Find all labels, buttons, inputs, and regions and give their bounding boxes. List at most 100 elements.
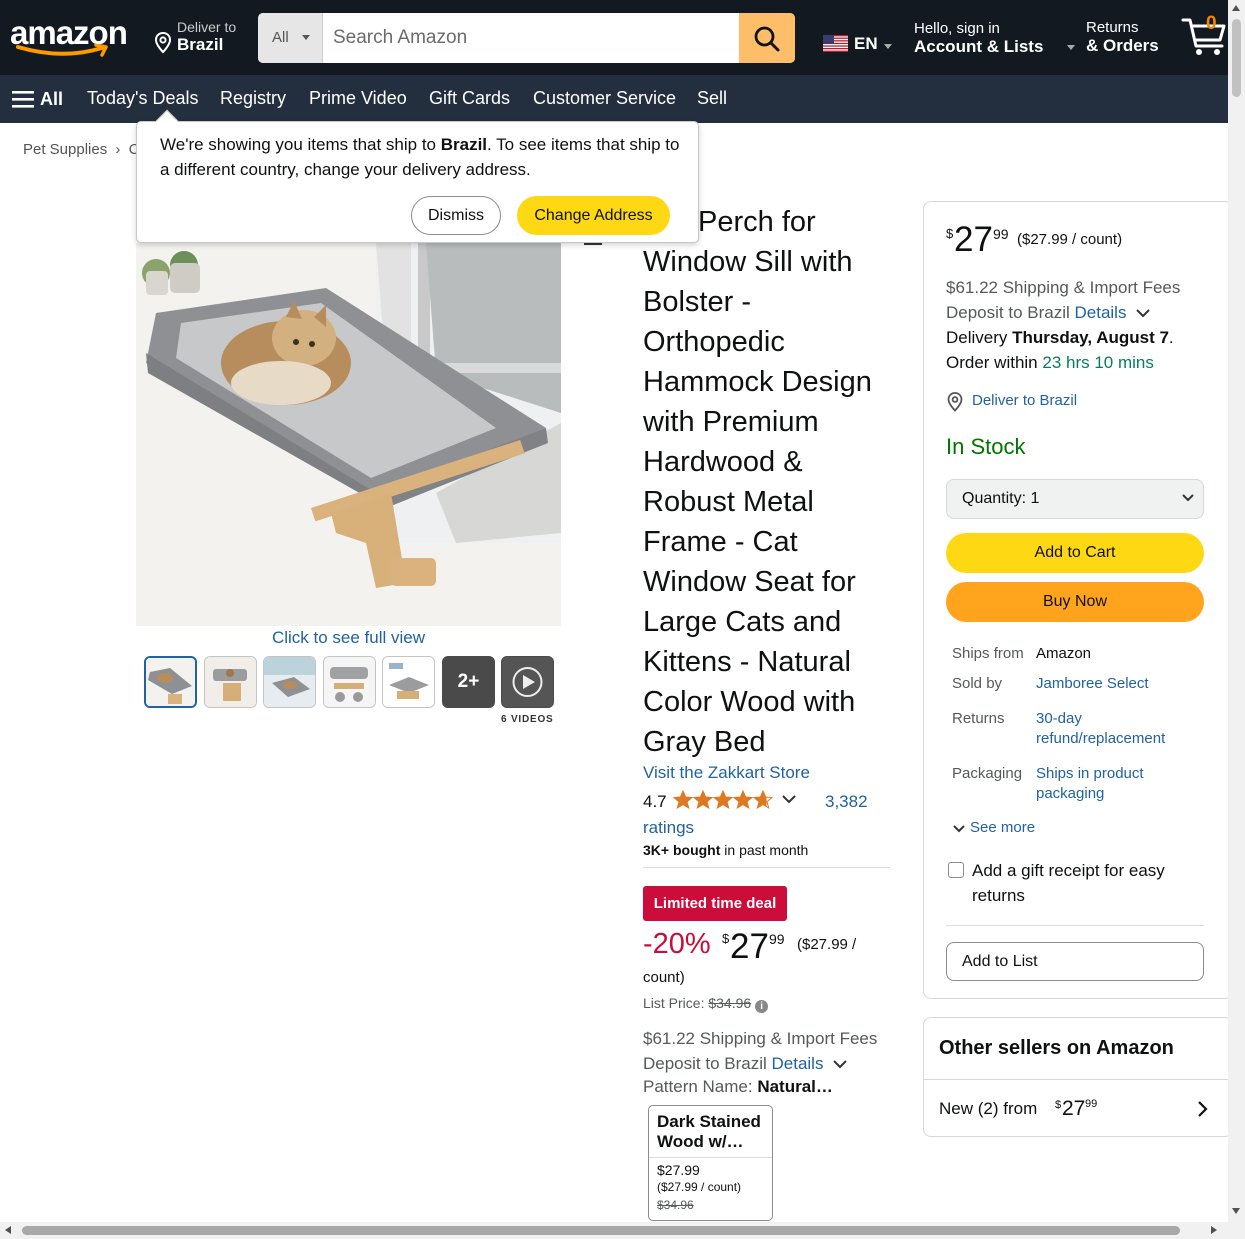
chevron-down-icon[interactable] (832, 1059, 848, 1069)
shipping-details-link[interactable]: Details (772, 1054, 824, 1073)
swatch-divider (649, 1157, 772, 1158)
gift-receipt-label[interactable]: Add a gift receipt for easy returns (972, 858, 1202, 908)
search-category-label: All (272, 29, 289, 46)
unit-price: ($27.99 / (797, 936, 857, 953)
vertical-scroll-thumb[interactable] (1232, 19, 1241, 97)
nav-registry[interactable]: Registry (220, 88, 286, 109)
breadcrumb-pet-supplies[interactable]: Pet Supplies (23, 141, 107, 158)
search-category-dropdown[interactable]: All (258, 13, 323, 63)
shipping-deposit-line: Deposit to Brazil (946, 303, 1075, 322)
scroll-up-arrow-icon[interactable] (1232, 5, 1240, 11)
popover-text-before: We're showing you items that ship to (160, 135, 441, 154)
swatch-name: Dark Stained Wood w/… (657, 1112, 761, 1151)
add-to-list-button[interactable]: Add to List (946, 942, 1204, 981)
shipping-details-link[interactable]: Details (1075, 303, 1127, 322)
thumbnail-3[interactable] (263, 656, 316, 708)
nav-todays-deals[interactable]: Today's Deals (87, 88, 199, 109)
chevron-down-icon (953, 825, 965, 833)
buy-now-button[interactable]: Buy Now (946, 582, 1204, 622)
buybox-shipping-fees: $61.22 Shipping & Import Fees Deposit to… (946, 275, 1206, 325)
cart-button[interactable]: 0 (1180, 12, 1228, 62)
amazon-logo[interactable]: amazon (10, 14, 134, 64)
returns-label: Returns (952, 710, 1005, 727)
unit-price: ($27.99 / count) (1017, 231, 1123, 248)
product-main-image[interactable] (136, 243, 561, 626)
caret-down-icon (884, 44, 892, 49)
swatch-list-price: $34.96 (657, 1198, 694, 1212)
thumbnail-2[interactable] (204, 656, 257, 708)
info-icon[interactable]: i (755, 1000, 769, 1013)
product-title: Perch for Window Sill with Bolster - Ort… (643, 202, 893, 762)
pattern-name: Pattern Name: Natural… (643, 1077, 833, 1097)
ships-from-value: Amazon (1036, 645, 1092, 662)
packaging-link[interactable]: Ships in product packaging (1036, 764, 1196, 804)
price-symbol: $ (946, 226, 954, 241)
location-pin-icon (154, 32, 172, 54)
video-thumbnail[interactable] (501, 656, 554, 708)
scroll-down-arrow-icon[interactable] (1232, 1208, 1240, 1214)
nav-customer-service[interactable]: Customer Service (533, 88, 676, 109)
delivery-estimate: Delivery Thursday, August 7. Order withi… (946, 325, 1206, 375)
chevron-down-icon[interactable] (781, 794, 797, 804)
click-full-view-link[interactable]: Click to see full view (136, 628, 561, 648)
quantity-label: Quantity: 1 (962, 490, 1040, 507)
search-button[interactable] (739, 13, 795, 63)
search-icon (754, 26, 780, 52)
horizontal-scroll-thumb[interactable] (22, 1226, 1180, 1235)
divider (946, 925, 1204, 926)
see-more-label: See more (970, 819, 1036, 836)
nav-gift-cards[interactable]: Gift Cards (429, 88, 510, 109)
account-lists-label: Account & Lists (914, 37, 1044, 56)
returns-policy-link[interactable]: 30-day refund/replacement (1036, 709, 1196, 749)
thumbnail-image (383, 657, 434, 707)
rating-count[interactable]: 3,382 (825, 788, 868, 815)
price-fraction: 99 (993, 226, 1009, 242)
other-sellers-box: Other sellers on Amazon New (2) from $ 2… (923, 1017, 1233, 1137)
pattern-value: Natural… (757, 1077, 833, 1096)
horizontal-scrollbar[interactable] (0, 1222, 1245, 1239)
store-link[interactable]: Visit the Zakkart Store (643, 763, 810, 783)
more-images-thumbnail[interactable]: 2+ (442, 656, 495, 708)
price-whole: 27 (1062, 1097, 1086, 1120)
cart-icon (1181, 18, 1226, 55)
shipping-fees-line: $61.22 Shipping & Import Fees (946, 278, 1181, 297)
thumbnail-5[interactable] (382, 656, 435, 708)
pattern-label: Pattern Name: (643, 1077, 758, 1096)
change-address-button[interactable]: Change Address (517, 196, 670, 235)
thumbnail-4[interactable] (323, 656, 376, 708)
gift-receipt-checkbox[interactable] (948, 862, 964, 878)
other-sellers-offer[interactable]: New (2) from $ 27 99 (939, 1096, 1229, 1126)
sold-by-label: Sold by (952, 675, 1003, 692)
add-to-cart-button[interactable]: Add to Cart (946, 533, 1204, 573)
thumbnail-1[interactable] (144, 656, 197, 708)
vertical-scrollbar[interactable] (1228, 0, 1245, 1222)
divider (643, 867, 890, 868)
star-rating-icon[interactable] (673, 790, 775, 810)
nav-prime-video[interactable]: Prime Video (309, 88, 407, 109)
search-input[interactable] (323, 13, 739, 63)
shipping-deposit-line: Deposit to Brazil (643, 1054, 772, 1073)
chevron-down-icon[interactable] (1135, 308, 1151, 318)
account-greeting: Hello, sign in (914, 20, 1000, 37)
swatch-price: $27.99 (657, 1162, 700, 1178)
unit-price-cont: count) (643, 969, 685, 986)
packaging-label: Packaging (952, 765, 1023, 782)
price-whole: 27 (730, 927, 769, 966)
scroll-right-arrow-icon[interactable] (1211, 1226, 1217, 1234)
search-bar: All (258, 13, 795, 63)
deliver-to-country: Brazil (177, 35, 224, 54)
pattern-swatch-option[interactable]: Dark Stained Wood w/… $27.99 ($27.99 / c… (648, 1105, 773, 1221)
delivery-suffix: . (1168, 328, 1174, 347)
top-navbar: amazon Deliver to Brazil All Search Amaz… (0, 0, 1228, 75)
scroll-left-arrow-icon[interactable] (5, 1226, 11, 1234)
list-price-label: List Price: (643, 995, 709, 1011)
quantity-dropdown[interactable]: Quantity: 1 (946, 479, 1204, 519)
dismiss-button[interactable]: Dismiss (411, 196, 501, 235)
play-video-icon (512, 667, 543, 697)
deliver-to-text: Deliver to Brazil (972, 392, 1078, 409)
new-from-label: New (2) from (939, 1099, 1038, 1118)
nav-sell[interactable]: Sell (697, 88, 727, 109)
ratings-link[interactable]: ratings (643, 814, 694, 841)
sold-by-link[interactable]: Jamboree Select (1036, 674, 1196, 694)
orders-label: & Orders (1086, 36, 1159, 55)
